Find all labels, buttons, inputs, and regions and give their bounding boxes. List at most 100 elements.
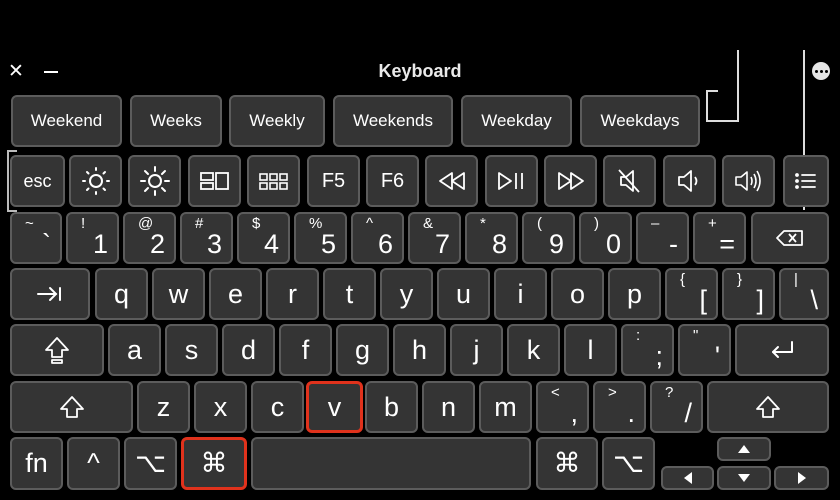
key-label: = xyxy=(719,229,735,259)
delete-key[interactable] xyxy=(751,212,829,264)
key-w[interactable]: w xyxy=(152,268,205,320)
key-x[interactable]: x xyxy=(194,381,247,433)
more-options-icon[interactable] xyxy=(812,62,830,80)
right-shift-key[interactable] xyxy=(707,381,829,433)
key-h[interactable]: h xyxy=(393,324,446,376)
return-key[interactable] xyxy=(735,324,829,376)
key-g[interactable]: g xyxy=(336,324,389,376)
caps-lock-key[interactable] xyxy=(10,324,104,376)
keyboard-options-icon xyxy=(795,173,816,189)
suggestion-weekday[interactable]: Weekday xyxy=(461,95,572,147)
key-3[interactable]: #3 xyxy=(180,212,233,264)
f6-key[interactable]: F6 xyxy=(366,155,419,207)
key-s[interactable]: s xyxy=(165,324,218,376)
key-p[interactable]: p xyxy=(608,268,661,320)
divider-line xyxy=(737,50,739,120)
key-1[interactable]: ! 1 xyxy=(66,212,119,264)
suggestion-weeks[interactable]: Weeks xyxy=(130,95,222,147)
divider-line xyxy=(706,90,718,92)
arrow-up-icon xyxy=(738,445,750,453)
key-period[interactable]: >. xyxy=(593,381,646,433)
volume-down-key[interactable] xyxy=(663,155,716,207)
key-minus[interactable]: – - xyxy=(636,212,689,264)
key-semicolon[interactable]: :; xyxy=(621,324,674,376)
key-n[interactable]: n xyxy=(422,381,475,433)
control-key[interactable]: ^ xyxy=(67,437,120,490)
key-f[interactable]: f xyxy=(279,324,332,376)
f5-key[interactable]: F5 xyxy=(307,155,360,207)
key-4[interactable]: $4 xyxy=(237,212,290,264)
key-k[interactable]: k xyxy=(507,324,560,376)
key-y[interactable]: y xyxy=(380,268,433,320)
key-label: [ xyxy=(699,285,707,315)
key-quote[interactable]: " ' xyxy=(678,324,731,376)
left-command-key[interactable]: ⌘ xyxy=(181,437,247,490)
key-label: 8 xyxy=(491,229,507,259)
key-shift-label: ( xyxy=(537,215,542,232)
key-t[interactable]: t xyxy=(323,268,376,320)
key-label: 3 xyxy=(206,229,222,259)
tab-key[interactable] xyxy=(10,268,90,320)
suggestion-weekend[interactable]: Weekend xyxy=(11,95,122,147)
key-label: ] xyxy=(756,285,764,315)
key-9[interactable]: (9 xyxy=(522,212,575,264)
key-q[interactable]: q xyxy=(95,268,148,320)
key-shift-label: $ xyxy=(252,215,261,232)
key-equals[interactable]: + = xyxy=(693,212,746,264)
play-pause-key[interactable] xyxy=(485,155,538,207)
key-o[interactable]: o xyxy=(551,268,604,320)
key-0[interactable]: ) 0 xyxy=(579,212,632,264)
esc-key[interactable]: esc xyxy=(10,155,65,207)
fast-forward-key[interactable] xyxy=(544,155,597,207)
key-u[interactable]: u xyxy=(437,268,490,320)
key-m[interactable]: m xyxy=(479,381,532,433)
left-shift-key[interactable] xyxy=(10,381,133,433)
arrow-down-key[interactable] xyxy=(717,466,771,490)
left-option-key[interactable]: ⌥ xyxy=(124,437,177,490)
key-c[interactable]: c xyxy=(251,381,304,433)
suggestion-weekly[interactable]: Weekly xyxy=(229,95,325,147)
key-7[interactable]: & 7 xyxy=(408,212,461,264)
key-e[interactable]: e xyxy=(209,268,262,320)
key-8[interactable]: * 8 xyxy=(465,212,518,264)
keyboard-options-key[interactable] xyxy=(783,155,829,207)
mission-control-key[interactable] xyxy=(188,155,241,207)
brightness-up-key[interactable] xyxy=(128,155,181,207)
key-comma[interactable]: <, xyxy=(536,381,589,433)
suggestion-weekdays[interactable]: Weekdays xyxy=(580,95,700,147)
key-shift-label: ? xyxy=(665,384,674,401)
key-shift-label: ) xyxy=(594,215,599,232)
key-l[interactable]: l xyxy=(564,324,617,376)
key-d[interactable]: d xyxy=(222,324,275,376)
key-j[interactable]: j xyxy=(450,324,503,376)
key-backslash[interactable]: | \ xyxy=(779,268,829,320)
fn-key[interactable]: fn xyxy=(10,437,63,490)
rewind-key[interactable] xyxy=(425,155,478,207)
key-backtick[interactable]: ~ ` xyxy=(10,212,62,264)
key-6[interactable]: ^ 6 xyxy=(351,212,404,264)
key-a[interactable]: a xyxy=(108,324,161,376)
arrow-left-key[interactable] xyxy=(661,466,714,490)
key-i[interactable]: i xyxy=(494,268,547,320)
key-2[interactable]: @2 xyxy=(123,212,176,264)
key-v[interactable]: v xyxy=(306,381,363,433)
arrow-up-key[interactable] xyxy=(717,437,771,461)
launchpad-key[interactable] xyxy=(247,155,300,207)
key-right-bracket[interactable]: }] xyxy=(722,268,775,320)
suggestion-weekends[interactable]: Weekends xyxy=(333,95,453,147)
key-5[interactable]: % 5 xyxy=(294,212,347,264)
volume-up-key[interactable] xyxy=(722,155,775,207)
key-shift-label: * xyxy=(480,215,486,232)
brightness-down-key[interactable] xyxy=(69,155,122,207)
key-left-bracket[interactable]: {[ xyxy=(665,268,718,320)
space-bar[interactable] xyxy=(251,437,531,490)
key-slash[interactable]: ? / xyxy=(650,381,703,433)
arrow-right-key[interactable] xyxy=(774,466,829,490)
key-z[interactable]: z xyxy=(137,381,190,433)
right-option-key[interactable]: ⌥ xyxy=(602,437,655,490)
key-r[interactable]: r xyxy=(266,268,319,320)
right-command-key[interactable]: ⌘ xyxy=(536,437,598,490)
window-title: Keyboard xyxy=(378,61,462,81)
mute-key[interactable] xyxy=(603,155,656,207)
key-b[interactable]: b xyxy=(365,381,418,433)
